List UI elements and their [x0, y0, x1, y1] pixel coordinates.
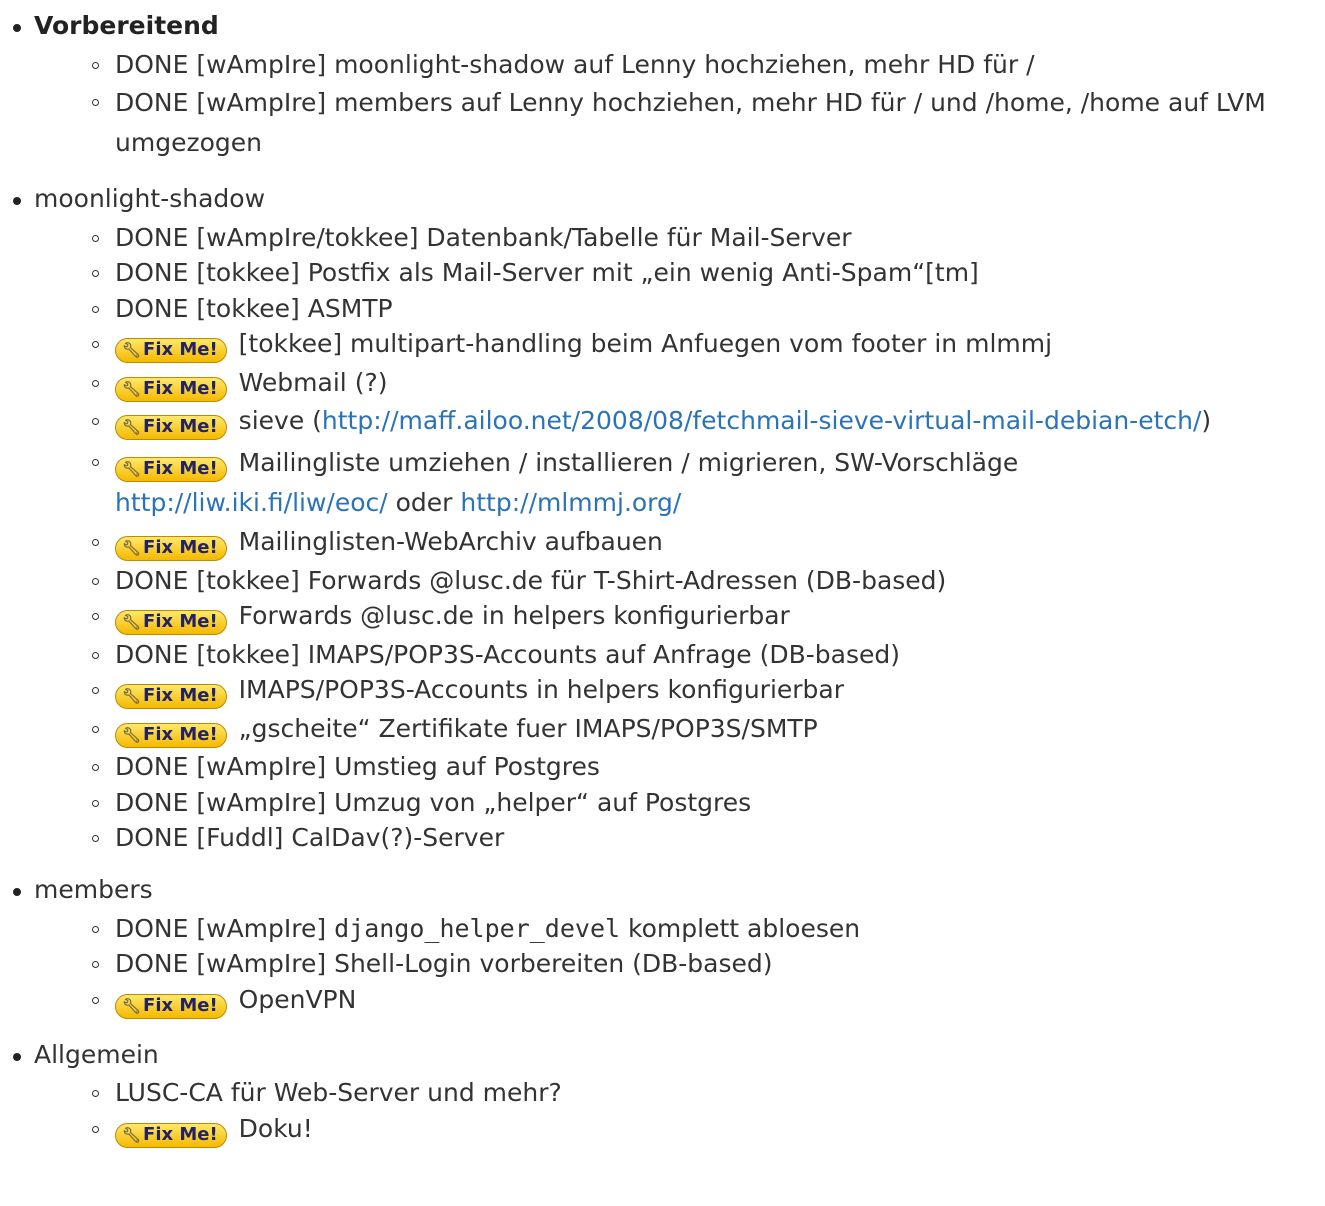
fixme-badge: 🔧︎ Fix Me!	[115, 456, 227, 482]
list-item: 🔧︎ Fix Me! [tokkee] multipart-handling be…	[34, 327, 1325, 363]
list-item: DONE [wAmpIre] Umstieg auf Postgres	[34, 750, 1325, 783]
list-item: 🔧︎ Fix Me! Mailingliste umziehen / instal…	[34, 443, 1325, 523]
code-snippet: django_helper_devel	[334, 913, 621, 943]
section-title: moonlight-shadow	[34, 184, 266, 213]
fixme-badge: 🔧︎ Fix Me!	[115, 415, 227, 440]
list-item: 🔧︎ Fix Me! Forwards @lusc.de in helpers k…	[34, 599, 1325, 635]
section-title: Allgemein	[34, 1039, 159, 1069]
fixme-badge: 🔧︎ Fix Me!	[115, 376, 227, 402]
list-item: 🔧︎ Fix Me! „gscheite“ Zertifikate fuer IM…	[34, 712, 1325, 748]
fixme-badge: 🔧︎ Fix Me!	[115, 610, 227, 635]
section-title: members	[34, 875, 153, 904]
list-item: 🔧︎ Fix Me! Mailinglisten-WebArchiv aufbau…	[34, 525, 1325, 561]
wrench-icon: 🔧︎	[122, 1125, 142, 1144]
wrench-icon: 🔧︎	[122, 687, 142, 705]
wrench-icon: 🔧︎	[122, 379, 142, 398]
wrench-icon: 🔧︎	[122, 459, 142, 478]
fixme-badge: 🔧︎ Fix Me!	[115, 338, 227, 363]
wrench-icon: 🔧︎	[122, 539, 142, 557]
wrench-icon: 🔧︎	[122, 341, 142, 359]
section-allgemein: Allgemein LUSC-CA für Web-Server und meh…	[0, 1036, 1325, 1148]
section-vorbereitend: Vorbereitend DONE [wAmpIre] moonlight-sh…	[0, 7, 1325, 163]
section-items: DONE [wAmpIre/tokkee] Datenbank/Tabelle …	[34, 221, 1325, 855]
wiki-page: Vorbereitend DONE [wAmpIre] moonlight-sh…	[0, 0, 1325, 1148]
section-items: DONE [wAmpIre] django_helper_devel kompl…	[34, 912, 1325, 1019]
list-item: LUSC-CA für Web-Server und mehr?	[34, 1076, 1325, 1109]
list-item: DONE [wAmpIre] Umzug von „helper“ auf Po…	[34, 786, 1325, 819]
fixme-badge: 🔧︎ Fix Me!	[115, 993, 227, 1019]
fixme-badge: 🔧︎ Fix Me!	[115, 684, 227, 709]
section-members: members DONE [wAmpIre] django_helper_dev…	[0, 871, 1325, 1019]
list-item: 🔧︎ Fix Me! Doku!	[34, 1112, 1325, 1148]
list-item: DONE [Fuddl] CalDav(?)-Server	[34, 821, 1325, 854]
section-moonlight-shadow: moonlight-shadow DONE [wAmpIre/tokkee] D…	[0, 180, 1325, 854]
list-item: DONE [tokkee] Postfix als Mail-Server mi…	[34, 256, 1325, 289]
external-link[interactable]: http://mlmmj.org/	[460, 488, 681, 517]
fixme-badge: 🔧︎ Fix Me!	[115, 1122, 227, 1148]
fixme-badge: 🔧︎ Fix Me!	[115, 536, 227, 561]
list-item: 🔧︎ Fix Me! IMAPS/POP3S-Accounts in helper…	[34, 673, 1325, 709]
todo-list: Vorbereitend DONE [wAmpIre] moonlight-sh…	[0, 7, 1325, 1148]
wrench-icon: 🔧︎	[122, 418, 142, 436]
list-item: DONE [wAmpIre] moonlight-shadow auf Lenn…	[34, 48, 1325, 81]
list-item: 🔧︎ Fix Me! OpenVPN	[34, 983, 1325, 1019]
list-item: 🔧︎ Fix Me! Webmail (?)	[34, 366, 1325, 402]
section-items: DONE [wAmpIre] moonlight-shadow auf Lenn…	[34, 48, 1325, 164]
list-item: DONE [wAmpIre] django_helper_devel kompl…	[34, 912, 1325, 945]
wrench-icon: 🔧︎	[122, 996, 142, 1015]
list-item: DONE [wAmpIre] members auf Lenny hochzie…	[34, 83, 1325, 163]
list-item: DONE [tokkee] IMAPS/POP3S-Accounts auf A…	[34, 638, 1325, 671]
wrench-icon: 🔧︎	[122, 725, 142, 744]
section-items: LUSC-CA für Web-Server und mehr? 🔧︎ Fix M…	[34, 1076, 1325, 1148]
list-item: DONE [tokkee] ASMTP	[34, 292, 1325, 325]
section-title: Vorbereitend	[34, 11, 219, 40]
external-link[interactable]: http://maff.ailoo.net/2008/08/fetchmail-…	[322, 406, 1202, 435]
list-item: DONE [wAmpIre/tokkee] Datenbank/Tabelle …	[34, 221, 1325, 254]
list-item: 🔧︎ Fix Me! sieve (http://maff.ailoo.net/2…	[34, 404, 1325, 440]
list-item: DONE [tokkee] Forwards @lusc.de für T-Sh…	[34, 564, 1325, 597]
list-item: DONE [wAmpIre] Shell-Login vorbereiten (…	[34, 947, 1325, 980]
wrench-icon: 🔧︎	[122, 613, 142, 631]
external-link[interactable]: http://liw.iki.fi/liw/eoc/	[115, 488, 388, 517]
fixme-badge: 🔧︎ Fix Me!	[115, 722, 227, 748]
